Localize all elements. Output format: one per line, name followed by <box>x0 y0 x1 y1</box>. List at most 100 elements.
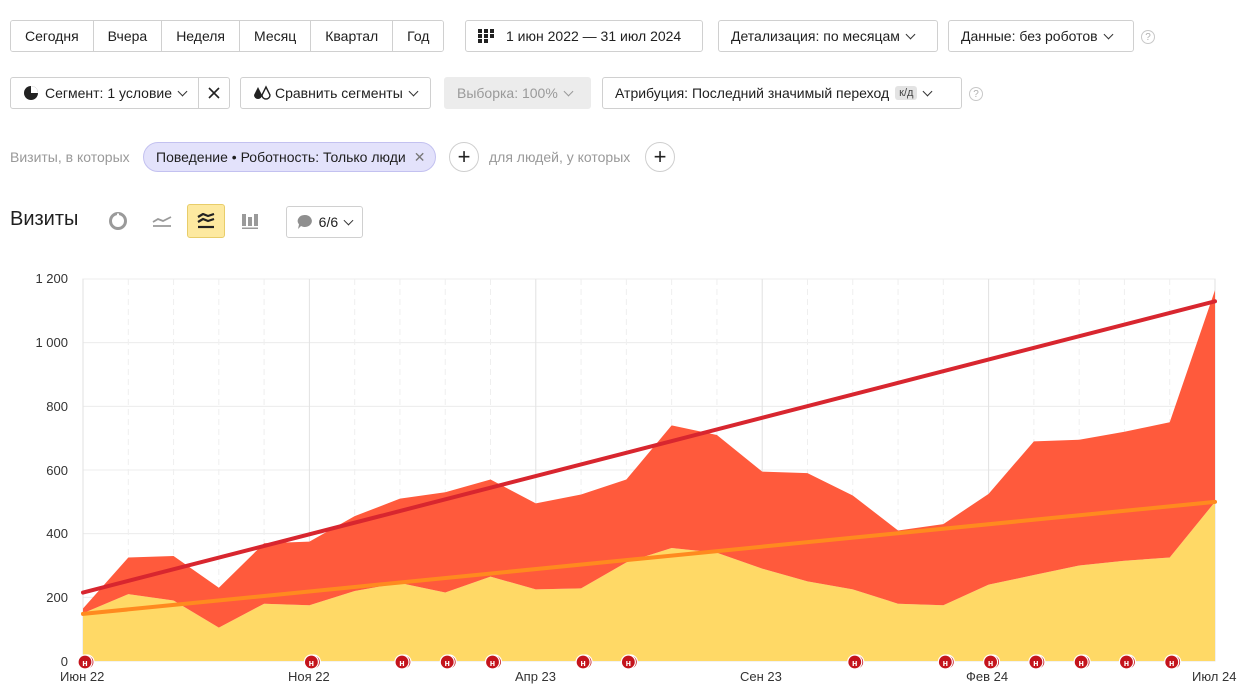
filter-chip[interactable]: Поведение • Роботность: Только люди ✕ <box>143 142 437 172</box>
close-icon <box>208 87 220 99</box>
annotation-letter: н <box>852 658 857 668</box>
help-icon[interactable]: ? <box>969 87 983 101</box>
annotation-letter: н <box>82 658 87 668</box>
x-tick-label: Ноя 22 <box>288 669 330 684</box>
detail-dropdown[interactable]: Детализация: по месяцам <box>718 20 938 52</box>
period-week-button[interactable]: Неделя <box>162 21 241 51</box>
segment-dropdown[interactable]: Сегмент: 1 условие <box>10 77 199 109</box>
period-month-button[interactable]: Месяц <box>240 21 312 51</box>
x-tick-label: Июл 24 <box>1192 669 1237 684</box>
annotation-marker: н <box>1073 654 1091 670</box>
x-tick-label: Апр 23 <box>515 669 557 684</box>
period-selector: Сегодня Вчера Неделя Месяц Квартал Год <box>10 20 445 52</box>
chart-type-pie-button[interactable] <box>99 204 137 238</box>
chart-type-line-button[interactable] <box>143 204 181 238</box>
stacked-area-icon <box>197 213 215 229</box>
chart-grid <box>82 278 1216 662</box>
annotation-dot <box>441 654 457 670</box>
annotation-dot <box>1073 654 1089 670</box>
annotation-dot <box>303 654 319 670</box>
filter-people-label: для людей, у которых <box>489 149 631 165</box>
annotation-dot <box>982 654 999 670</box>
attribution-dropdown[interactable]: Атрибуция: Последний значимый переход к/… <box>602 77 962 109</box>
close-icon[interactable]: ✕ <box>414 149 426 166</box>
data-filter-dropdown[interactable]: Данные: без роботов <box>948 20 1134 52</box>
annotation-dot <box>937 654 953 670</box>
help-icon[interactable]: ? <box>1141 30 1155 44</box>
annotation-marker: н <box>937 654 955 670</box>
annotation-marker: н <box>77 654 95 670</box>
chevron-down-icon <box>1103 29 1114 39</box>
compare-segments-button[interactable]: Сравнить сегменты <box>240 77 431 109</box>
comment-icon <box>297 214 312 229</box>
annotation-letter: н <box>445 658 450 668</box>
annotation-dot <box>396 654 412 670</box>
chart-type-column-button[interactable] <box>231 204 269 238</box>
annotation-dot <box>1118 654 1135 670</box>
annotation-letter: н <box>626 658 631 668</box>
sample-dropdown[interactable]: Выборка: 100% <box>444 77 591 109</box>
chevron-down-icon <box>563 86 574 96</box>
filter-prefix: Визиты, в которых <box>10 149 130 165</box>
x-tick-label: Фев 24 <box>966 669 1009 684</box>
annotation-marker: н <box>394 654 412 670</box>
annotation-dot <box>575 654 591 670</box>
period-year-button[interactable]: Год <box>393 21 444 51</box>
annotations-dropdown[interactable]: 6/6 <box>286 206 363 238</box>
annotation-marker: н <box>620 654 638 670</box>
plus-icon: + <box>653 144 667 169</box>
trend-line-1 <box>81 499 1217 616</box>
segment-clear-button[interactable] <box>198 77 230 109</box>
annotation-dot <box>1164 654 1180 670</box>
annotation-dot <box>77 654 93 670</box>
annotation-dot <box>939 654 955 670</box>
annotation-marker: н <box>575 654 593 670</box>
annotation-dot <box>849 654 865 670</box>
area-series-0 <box>83 501 1215 661</box>
pie-chart-icon <box>109 212 127 230</box>
period-quarter-button[interactable]: Квартал <box>311 21 394 51</box>
y-tick-label: 800 <box>46 399 68 414</box>
annotation-dot <box>577 654 593 670</box>
line-chart-icon <box>152 216 172 227</box>
date-range-button[interactable]: 1 июн 2022 — 31 июл 2024 <box>465 20 703 52</box>
annotation-letter: н <box>988 658 993 668</box>
annotation-marker: н <box>439 654 457 670</box>
segment-label: Сегмент: 1 условие <box>44 85 172 101</box>
filter-chip-label: Поведение • Роботность: Только люди <box>156 149 406 165</box>
annotation-letter: н <box>1033 658 1038 668</box>
detail-label: Детализация: по месяцам <box>731 28 900 44</box>
add-visit-filter-button[interactable]: + <box>449 142 479 172</box>
period-yesterday-button[interactable]: Вчера <box>93 21 163 51</box>
add-people-filter-button[interactable]: + <box>645 142 675 172</box>
annotation-letter: н <box>580 658 585 668</box>
annotation-dot <box>1030 654 1046 670</box>
attribution-badge: к/д <box>895 86 918 100</box>
annotation-dot <box>620 654 636 670</box>
annotation-marker: н <box>1028 654 1046 670</box>
annotation-letter: н <box>490 658 495 668</box>
annotation-marker: н <box>1164 654 1182 670</box>
pie-chart-icon <box>24 86 38 100</box>
annotation-marker: н <box>303 654 321 670</box>
annotation-marker: н <box>1118 654 1137 670</box>
chart-type-area-button[interactable] <box>187 204 225 238</box>
report-title: Визиты <box>10 208 79 230</box>
y-tick-label: 0 <box>60 654 68 669</box>
chevron-down-icon <box>905 29 916 39</box>
annotation-letter: н <box>1124 658 1129 668</box>
annotation-letter: н <box>1078 658 1083 668</box>
chevron-down-icon <box>923 86 933 96</box>
annotation-letter: н <box>943 658 948 668</box>
annotation-dot <box>1028 654 1044 670</box>
date-range-label: 1 июн 2022 — 31 июл 2024 <box>506 28 682 44</box>
trend-line-0 <box>81 299 1217 595</box>
annotation-dot <box>622 654 638 670</box>
annotation-dot <box>439 654 455 670</box>
annotation-letter: н <box>399 658 404 668</box>
annotations-count: 6/6 <box>318 214 339 230</box>
chevron-down-icon <box>177 86 188 96</box>
y-tick-label: 600 <box>46 463 68 478</box>
annotation-dot <box>486 654 503 670</box>
period-today-button[interactable]: Сегодня <box>11 21 94 51</box>
